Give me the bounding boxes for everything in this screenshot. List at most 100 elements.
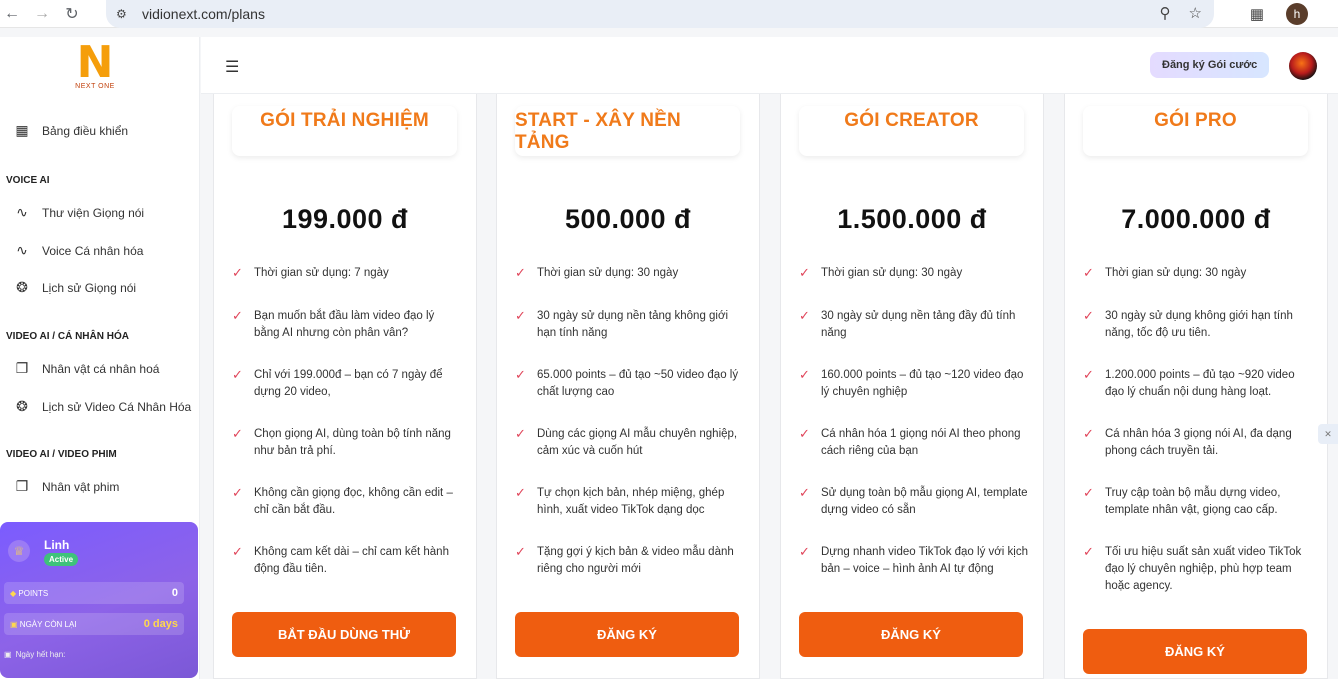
zoom-icon[interactable]: ⚲ bbox=[1160, 4, 1171, 22]
plan-title-box: GÓI CREATOR bbox=[799, 106, 1024, 156]
plan-card-trial: GÓI TRẢI NGHIỆM 199.000 đ ✓ Thời gian sử … bbox=[213, 94, 477, 679]
section-video-film: VIDEO AI / VIDEO PHIM bbox=[6, 449, 117, 460]
check-icon: ✓ bbox=[232, 544, 243, 559]
menu-icon[interactable]: ☰ bbox=[225, 57, 239, 77]
copy-icon: ❐ bbox=[15, 360, 29, 376]
feature-item: ✓ 1.200.000 points – đủ tạo ~920 video đạ… bbox=[1083, 367, 1295, 398]
register-button[interactable]: ĐĂNG KÝ bbox=[1083, 629, 1307, 674]
feature-item: ✓ Tự chọn kịch bản, nhép miệng, ghép hình… bbox=[515, 485, 725, 516]
feature-item: ✓ Sử dụng toàn bộ mẫu giọng AI, template … bbox=[799, 485, 1028, 516]
sidebar-item-label: Lịch sử Video Cá Nhân Hóa bbox=[42, 399, 192, 414]
feature-item: ✓ 30 ngày sử dụng không giới hạn tính năn… bbox=[1083, 308, 1293, 339]
check-icon: ✓ bbox=[515, 265, 526, 280]
plan-card-start: START - XÂY NỀN TẢNG 500.000 đ ✓ Thời gia… bbox=[496, 94, 760, 679]
sidebar-item-personal-characters[interactable]: ❐ Nhân vật cá nhân hoá bbox=[14, 360, 160, 377]
site-settings-icon[interactable]: ⚙ bbox=[116, 7, 134, 21]
calendar-icon: ▣ bbox=[10, 619, 18, 629]
check-icon: ✓ bbox=[515, 367, 526, 382]
register-button[interactable]: ĐĂNG KÝ bbox=[799, 612, 1023, 657]
sidebar-item-personal-video-history[interactable]: ❂ Lịch sử Video Cá Nhân Hóa bbox=[14, 398, 191, 415]
points-label: ◆ POINTS bbox=[10, 588, 49, 598]
check-icon: ✓ bbox=[1083, 367, 1094, 382]
sidebar: N NEXT ONE ▦ Bảng điều khiển VOICE AI ∿ … bbox=[0, 37, 200, 679]
calendar-icon: ▣ bbox=[4, 650, 12, 659]
user-card: ♕ Linh Active ◆ POINTS 0 ▣ NGÀY CÒN LẠI … bbox=[0, 522, 198, 678]
logo-text: NEXT ONE bbox=[75, 83, 115, 90]
signup-plan-button[interactable]: Đăng ký Gói cước bbox=[1150, 52, 1270, 78]
logo[interactable]: N NEXT ONE bbox=[66, 41, 124, 93]
logo-mark-icon: N bbox=[76, 37, 114, 88]
user-name: Linh bbox=[44, 538, 70, 552]
bookmark-star-icon[interactable]: ☆ bbox=[1189, 4, 1202, 22]
feature-item: ✓ 30 ngày sử dụng nền tảng đầy đủ tính nă… bbox=[799, 308, 1016, 339]
plan-title-box: START - XÂY NỀN TẢNG bbox=[515, 106, 740, 156]
register-button[interactable]: ĐĂNG KÝ bbox=[515, 612, 739, 657]
check-icon: ✓ bbox=[1083, 544, 1094, 559]
status-badge: Active bbox=[44, 553, 79, 566]
browser-toolbar: ← → ↻ ⚙ vidionext.com/plans ⚲ ☆ ▦ h bbox=[0, 0, 1338, 28]
check-icon: ✓ bbox=[515, 426, 526, 441]
feature-item: ✓ Bạn muốn bắt đầu làm video đạo lý bằng … bbox=[232, 308, 435, 339]
sidebar-item-label: Nhân vật cá nhân hoá bbox=[42, 361, 160, 376]
feature-item: ✓ Không cam kết dài – chỉ cam kết hành độ… bbox=[232, 544, 449, 575]
check-icon: ✓ bbox=[232, 485, 243, 500]
plan-price: 7.000.000 đ bbox=[1121, 204, 1271, 234]
points-value: 0 bbox=[171, 587, 178, 599]
waveform-icon: ∿ bbox=[16, 242, 28, 258]
profile-avatar[interactable]: h bbox=[1286, 3, 1308, 25]
sidebar-item-label: Nhân vật phim bbox=[42, 479, 120, 494]
sidebar-item-film-characters[interactable]: ❐ Nhân vật phim bbox=[14, 478, 120, 495]
check-icon: ✓ bbox=[799, 485, 810, 500]
check-icon: ✓ bbox=[1083, 308, 1094, 323]
points-row: ◆ POINTS 0 bbox=[4, 582, 184, 604]
waveform-icon: ∿ bbox=[16, 204, 28, 220]
feature-item: ✓ Cá nhân hóa 1 giọng nói AI theo phong c… bbox=[799, 426, 1021, 457]
section-voice-ai: VOICE AI bbox=[6, 175, 50, 186]
top-header: ☰ Đăng ký Gói cước bbox=[201, 37, 1338, 94]
check-icon: ✓ bbox=[1083, 426, 1094, 441]
sidebar-item-voice-personal[interactable]: ∿ Voice Cá nhân hóa bbox=[14, 242, 143, 259]
sidebar-item-voice-history[interactable]: ❂ Lịch sử Giọng nói bbox=[14, 279, 136, 296]
feature-item: ✓ Chọn giọng AI, dùng toàn bộ tính năng n… bbox=[232, 426, 451, 457]
feature-item: ✓ Cá nhân hóa 3 giọng nói AI, đa dạng pho… bbox=[1083, 426, 1292, 457]
plan-price: 1.500.000 đ bbox=[837, 204, 987, 234]
sidebar-item-label: Bảng điều khiển bbox=[42, 123, 129, 138]
url-text: vidionext.com/plans bbox=[142, 6, 265, 22]
check-icon: ✓ bbox=[799, 544, 810, 559]
plan-title: GÓI PRO bbox=[1154, 110, 1237, 131]
copy-icon: ❐ bbox=[15, 478, 29, 494]
plan-card-creator: GÓI CREATOR 1.500.000 đ ✓ Thời gian sử dụ… bbox=[780, 94, 1044, 679]
aperture-icon: ❂ bbox=[16, 279, 28, 295]
plan-price: 199.000 đ bbox=[281, 204, 409, 234]
plan-title: GÓI CREATOR bbox=[844, 110, 979, 131]
expire-label: Ngày hết hạn: bbox=[15, 650, 66, 659]
reload-icon[interactable]: ↻ bbox=[60, 2, 84, 26]
feature-item: ✓ Tặng gợi ý kịch bản & video mẫu dành ri… bbox=[515, 544, 734, 575]
check-icon: ✓ bbox=[232, 265, 243, 280]
avatar[interactable] bbox=[1289, 52, 1317, 80]
address-bar[interactable]: ⚙ vidionext.com/plans ⚲ ☆ bbox=[106, 0, 1214, 28]
sidebar-item-dashboard[interactable]: ▦ Bảng điều khiển bbox=[14, 122, 128, 139]
sidebar-item-voice-library[interactable]: ∿ Thư viện Giọng nói bbox=[14, 204, 144, 221]
days-value: 0 days bbox=[143, 618, 178, 630]
feature-item: ✓ 30 ngày sử dụng nền tảng không giới hạn… bbox=[515, 308, 729, 339]
back-arrow-icon[interactable]: ← bbox=[0, 2, 24, 26]
forward-arrow-icon[interactable]: → bbox=[30, 2, 54, 26]
aperture-icon: ❂ bbox=[16, 398, 28, 414]
feature-item: ✓ Thời gian sử dụng: 30 ngày bbox=[799, 265, 963, 280]
start-trial-button[interactable]: BẮT ĐẦU DÙNG THỬ bbox=[232, 612, 456, 657]
floating-tab-icon[interactable]: ✕ bbox=[1318, 424, 1338, 444]
feature-item: ✓ 160.000 points – đủ tạo ~120 video đạo … bbox=[799, 367, 1024, 398]
check-icon: ✓ bbox=[515, 544, 526, 559]
extensions-icon[interactable]: ▦ bbox=[1250, 5, 1264, 23]
sidebar-item-label: Thư viện Giọng nói bbox=[42, 205, 145, 220]
section-video-personal: VIDEO AI / CÁ NHÂN HÓA bbox=[6, 331, 129, 342]
feature-item: ✓ Thời gian sử dụng: 30 ngày bbox=[515, 265, 679, 280]
check-icon: ✓ bbox=[232, 367, 243, 382]
plan-title: START - XÂY NỀN TẢNG bbox=[515, 110, 681, 153]
check-icon: ✓ bbox=[799, 367, 810, 382]
check-icon: ✓ bbox=[1083, 265, 1094, 280]
days-row: ▣ NGÀY CÒN LẠI 0 days bbox=[4, 613, 184, 635]
feature-item: ✓ Dùng các giọng AI mẫu chuyên nghiệp, cả… bbox=[515, 426, 738, 457]
check-icon: ✓ bbox=[799, 426, 810, 441]
